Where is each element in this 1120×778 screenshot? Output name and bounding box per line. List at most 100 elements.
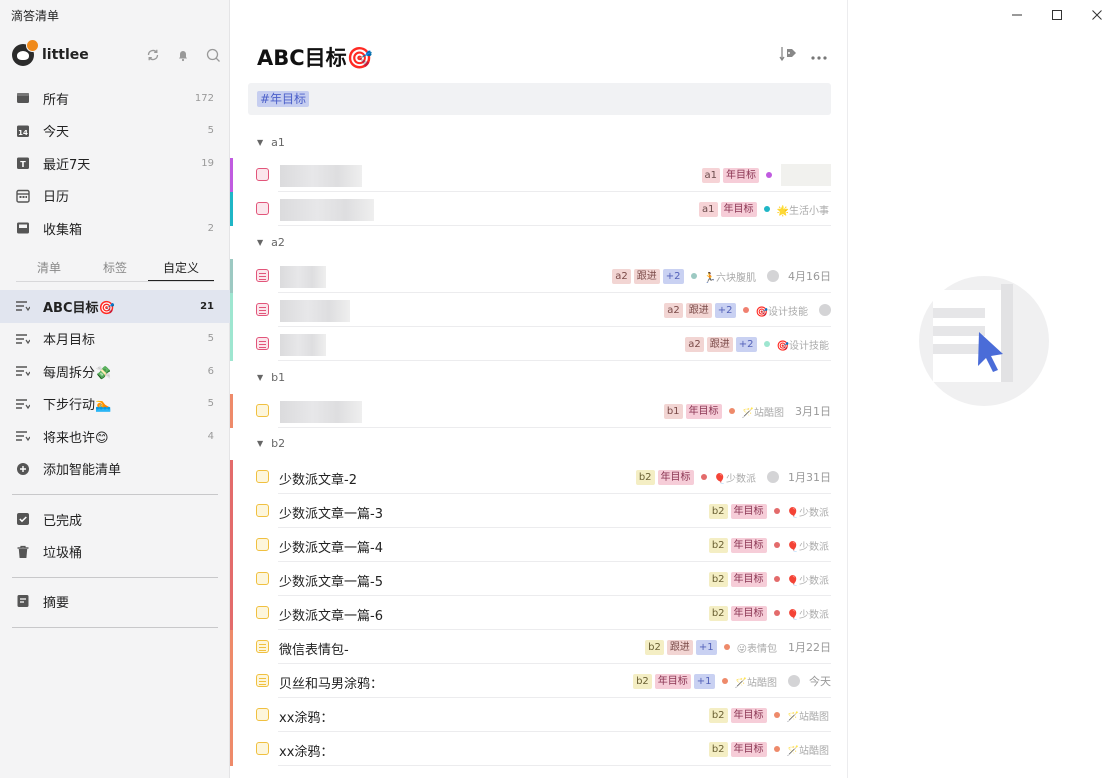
task-checkbox[interactable] xyxy=(256,538,269,551)
tag-chip[interactable]: 年目标 xyxy=(720,201,757,217)
tag-chip[interactable]: a2 xyxy=(685,336,704,352)
smart-list-week[interactable]: 每周拆分💸 6 xyxy=(0,355,230,388)
task-row[interactable]: a2 跟进 +2 🎯设计技能 xyxy=(230,327,831,361)
task-checkbox[interactable] xyxy=(256,202,269,215)
task-row[interactable]: 少数派文章-2 b2 年目标 🎈少数派 1月31日 xyxy=(230,460,831,494)
tag-chip[interactable]: b2 xyxy=(635,469,655,485)
task-checkbox[interactable] xyxy=(256,470,269,483)
close-icon[interactable] xyxy=(1087,5,1107,25)
tag-chip[interactable]: 年目标 xyxy=(723,167,759,183)
tag-chip[interactable]: b2 xyxy=(708,571,728,587)
sync-icon[interactable] xyxy=(144,46,162,64)
nav-item-calendar[interactable]: 日历 xyxy=(0,180,230,213)
tag-chip[interactable]: 年目标 xyxy=(654,673,691,689)
due-date[interactable]: 4月16日 xyxy=(788,268,831,284)
maximize-icon[interactable] xyxy=(1047,5,1067,25)
task-row[interactable]: a1 年目标 xyxy=(230,158,831,192)
task-row[interactable]: 少数派文章一篇-3 b2 年目标 🎈少数派 xyxy=(230,494,831,528)
task-checkbox[interactable] xyxy=(256,404,269,417)
sort-tag-icon[interactable] xyxy=(779,46,797,66)
task-row[interactable]: a2 跟进 +2 🎯设计技能 xyxy=(230,293,831,327)
filter-bar[interactable]: #年目标 xyxy=(248,83,831,115)
task-title[interactable]: 少数派文章-2 xyxy=(279,469,357,488)
tag-chip[interactable]: 年目标 xyxy=(730,537,767,553)
tag-chip[interactable]: 跟进 xyxy=(633,268,660,284)
task-row[interactable]: xx涂鸦： b2 年目标 🪄站酷图 xyxy=(230,698,831,732)
tab-tags[interactable]: 标签 xyxy=(82,256,148,281)
tag-chip[interactable]: 年目标 xyxy=(730,503,767,519)
tag-chip[interactable]: b2 xyxy=(708,503,728,519)
task-title-blurred[interactable] xyxy=(280,165,362,187)
tag-chip[interactable]: +2 xyxy=(714,302,736,318)
nav-item-trash[interactable]: 垃圾桶 xyxy=(0,536,230,569)
smart-list-abc[interactable]: ABC目标🎯 21 xyxy=(0,290,230,323)
tag-chip[interactable]: a1 xyxy=(701,167,720,183)
tag-chip[interactable]: a2 xyxy=(612,268,631,284)
task-row[interactable]: 少数派文章一篇-4 b2 年目标 🎈少数派 xyxy=(230,528,831,562)
tag-chip[interactable]: a2 xyxy=(664,302,683,318)
search-icon[interactable] xyxy=(204,46,222,64)
nav-item-next7days[interactable]: T 最近7天 19 xyxy=(0,147,230,180)
task-row[interactable]: 微信表情包-b2 跟进 +1 😜表情包 1月22日 xyxy=(230,630,831,664)
checklist-checkbox[interactable] xyxy=(256,640,269,653)
tag-chip[interactable]: 年目标 xyxy=(657,469,694,485)
checklist-checkbox[interactable] xyxy=(256,269,269,282)
task-title[interactable]: xx涂鸦： xyxy=(279,707,333,726)
smart-list-someday[interactable]: 将来也许😊 4 xyxy=(0,420,230,453)
task-title-blurred[interactable] xyxy=(280,266,326,288)
filter-tag[interactable]: #年目标 xyxy=(257,91,310,107)
tag-chip[interactable]: 跟进 xyxy=(706,336,733,352)
tag-chip[interactable]: 年目标 xyxy=(730,741,767,757)
group-header-a1[interactable]: ▼ a1 xyxy=(257,136,285,149)
tag-chip[interactable]: 年目标 xyxy=(730,605,767,621)
tag-chip[interactable]: b2 xyxy=(708,707,728,723)
task-row[interactable]: xx涂鸦： b2 年目标 🪄站酷图 xyxy=(230,732,831,766)
group-header-b1[interactable]: ▼ b1 xyxy=(257,371,285,384)
task-row[interactable]: a1 年目标 🌟生活小事 xyxy=(230,192,831,226)
tag-chip[interactable]: b2 xyxy=(708,605,728,621)
group-header-b2[interactable]: ▼ b2 xyxy=(257,437,285,450)
task-title-blurred[interactable] xyxy=(280,401,362,423)
task-title-blurred[interactable] xyxy=(280,300,350,322)
task-checkbox[interactable] xyxy=(256,504,269,517)
nav-item-all[interactable]: 所有 172 xyxy=(0,82,230,115)
tag-chip[interactable]: +1 xyxy=(693,673,715,689)
nav-item-summary[interactable]: 摘要 xyxy=(0,585,230,618)
checklist-checkbox[interactable] xyxy=(256,337,269,350)
checklist-checkbox[interactable] xyxy=(256,674,269,687)
minimize-icon[interactable] xyxy=(1007,5,1027,25)
username[interactable]: littlee xyxy=(42,47,89,63)
task-title[interactable]: 少数派文章一篇-4 xyxy=(279,537,383,556)
smart-list-next[interactable]: 下步行动🏊 5 xyxy=(0,388,230,421)
task-checkbox[interactable] xyxy=(256,572,269,585)
tag-chip[interactable]: 年目标 xyxy=(730,707,767,723)
checklist-checkbox[interactable] xyxy=(256,303,269,316)
due-date[interactable]: 今天 xyxy=(809,673,831,689)
task-title-blurred[interactable] xyxy=(280,334,326,356)
tag-chip[interactable]: b2 xyxy=(645,639,664,655)
smart-list-month[interactable]: 本月目标 5 xyxy=(0,323,230,356)
more-icon[interactable] xyxy=(811,49,827,64)
group-header-a2[interactable]: ▼ a2 xyxy=(257,236,285,249)
nav-item-today[interactable]: 14 今天 5 xyxy=(0,115,230,148)
task-title[interactable]: 少数派文章一篇-6 xyxy=(279,605,383,624)
task-checkbox[interactable] xyxy=(256,606,269,619)
task-title-blurred[interactable] xyxy=(280,199,374,221)
task-checkbox[interactable] xyxy=(256,708,269,721)
task-title[interactable]: 少数派文章一篇-3 xyxy=(279,503,383,522)
tag-chip[interactable]: a1 xyxy=(699,201,718,217)
bell-icon[interactable] xyxy=(174,46,192,64)
task-title[interactable]: 少数派文章一篇-5 xyxy=(279,571,383,590)
task-title[interactable]: 微信表情包- xyxy=(279,639,349,658)
task-checkbox[interactable] xyxy=(256,742,269,755)
due-date[interactable]: 3月1日 xyxy=(795,403,831,419)
tag-chip[interactable]: +2 xyxy=(662,268,684,284)
nav-item-completed[interactable]: 已完成 xyxy=(0,503,230,536)
task-row[interactable]: 少数派文章一篇-5 b2 年目标 🎈少数派 xyxy=(230,562,831,596)
task-row[interactable]: b1 年目标 🪄站酷图 3月1日 xyxy=(230,394,831,428)
due-date[interactable]: 1月22日 xyxy=(788,639,831,655)
tag-chip[interactable]: 年目标 xyxy=(685,403,722,419)
tab-lists[interactable]: 清单 xyxy=(16,256,82,281)
tag-chip[interactable]: b2 xyxy=(633,673,652,689)
tab-custom[interactable]: 自定义 xyxy=(148,256,214,281)
